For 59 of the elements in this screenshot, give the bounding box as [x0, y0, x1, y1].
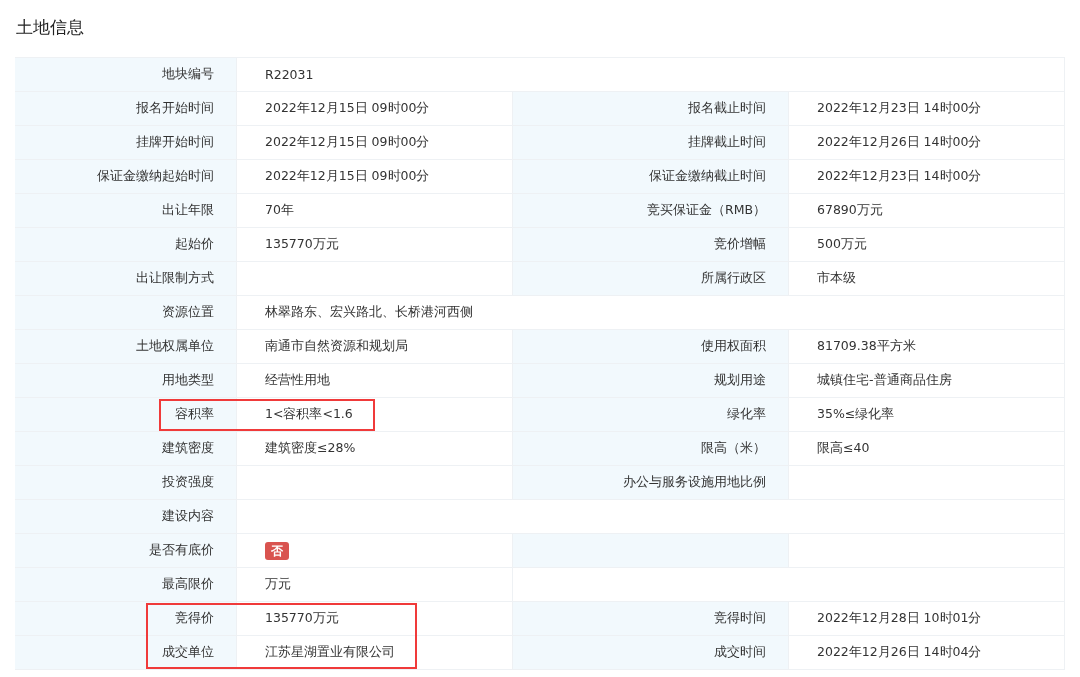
field-label: 保证金缴纳起始时间: [97, 168, 214, 185]
field-label: 用地类型: [162, 372, 214, 389]
field-label: 使用权面积: [701, 338, 766, 355]
field-value: 2022年12月15日 09时00分: [265, 134, 430, 151]
field-label: 挂牌截止时间: [688, 134, 766, 151]
field-value: 江苏星湖置业有限公司: [265, 644, 395, 661]
field-value: 2022年12月23日 14时00分: [817, 168, 982, 185]
field-value: 2022年12月15日 09时00分: [265, 168, 430, 185]
field-value: 1<容积率<1.6: [265, 406, 353, 423]
field-value: 81709.38平方米: [817, 338, 916, 355]
field-label: 挂牌开始时间: [136, 134, 214, 151]
field-label: 规划用途: [714, 372, 766, 389]
field-value: 2022年12月28日 10时01分: [817, 610, 982, 627]
field-value: 2022年12月15日 09时00分: [265, 100, 430, 117]
field-value: 2022年12月23日 14时00分: [817, 100, 982, 117]
field-label: 是否有底价: [149, 542, 214, 559]
field-value: 林翠路东、宏兴路北、长桥港河西侧: [265, 304, 473, 321]
field-value: 限高≤40: [817, 440, 870, 457]
field-label: 所属行政区: [701, 270, 766, 287]
field-label: 投资强度: [162, 474, 214, 491]
field-value: 135770万元: [265, 610, 339, 627]
field-label: 最高限价: [162, 576, 214, 593]
field-label: 绿化率: [727, 406, 766, 423]
field-label: 竞得价: [175, 610, 214, 627]
field-label: 建筑密度: [162, 440, 214, 457]
field-label: 报名截止时间: [688, 100, 766, 117]
field-value: 南通市自然资源和规划局: [265, 338, 408, 355]
field-label: 报名开始时间: [136, 100, 214, 117]
field-value: 70年: [265, 202, 294, 219]
field-label: 竞得时间: [714, 610, 766, 627]
field-label: 建设内容: [162, 508, 214, 525]
field-value: 2022年12月26日 14时04分: [817, 644, 982, 661]
field-label: 起始价: [175, 236, 214, 253]
field-label: 地块编号: [162, 66, 214, 83]
field-label: 成交时间: [714, 644, 766, 661]
field-value: 市本级: [817, 270, 856, 287]
section-title: 土地信息: [15, 16, 85, 39]
field-value: 经营性用地: [265, 372, 330, 389]
field-label: 成交单位: [162, 644, 214, 661]
field-value: 67890万元: [817, 202, 883, 219]
field-label: 土地权属单位: [136, 338, 214, 355]
field-label: 出让限制方式: [136, 270, 214, 287]
field-label: 出让年限: [162, 202, 214, 219]
field-value: R22031: [265, 67, 314, 82]
field-value: 135770万元: [265, 236, 339, 253]
field-label: 竞价增幅: [714, 236, 766, 253]
field-label: 容积率: [175, 406, 214, 423]
field-label: 限高（米）: [701, 440, 766, 457]
field-value: 建筑密度≤28%: [265, 440, 356, 457]
field-label: 办公与服务设施用地比例: [623, 474, 766, 491]
field-label: 资源位置: [162, 304, 214, 321]
field-value: 万元: [265, 576, 291, 593]
field-label: 竞买保证金（RMB）: [646, 202, 766, 219]
field-value: 35%≤绿化率: [817, 406, 895, 423]
field-value: 500万元: [817, 236, 867, 253]
field-value: 2022年12月26日 14时00分: [817, 134, 982, 151]
field-value: 城镇住宅-普通商品住房: [817, 372, 952, 389]
status-badge: 否: [265, 541, 289, 560]
field-label: 保证金缴纳截止时间: [649, 168, 766, 185]
